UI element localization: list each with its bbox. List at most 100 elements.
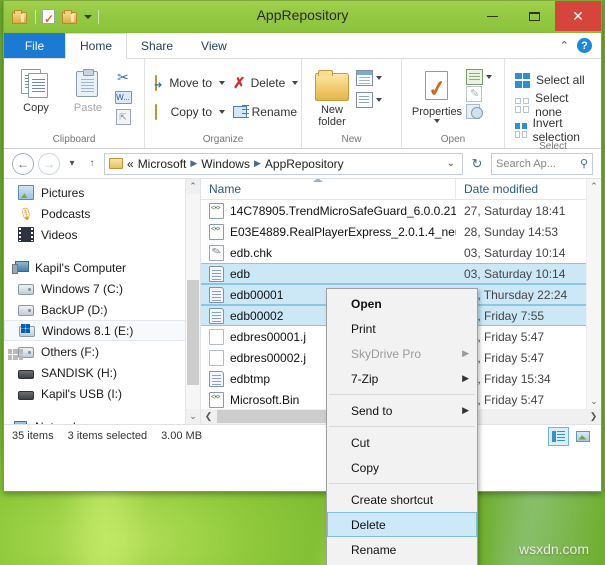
breadcrumb-separator[interactable]: ▶	[254, 158, 261, 169]
maximize-button[interactable]	[513, 1, 555, 31]
scroll-up-icon[interactable]: ⌃	[186, 179, 200, 194]
thumbnail-view-button[interactable]	[572, 427, 593, 446]
search-icon[interactable]: ⚲	[580, 157, 588, 170]
up-button[interactable]: ↑	[84, 158, 100, 169]
clipboard-small-buttons: ✂ W... ⇱	[114, 66, 132, 126]
context-menu-item-7zip[interactable]: 7-Zip ▶	[327, 366, 477, 391]
usb-icon	[18, 391, 34, 400]
select-none-button[interactable]: Select none	[515, 94, 595, 116]
edit-icon[interactable]	[466, 86, 482, 102]
sidebar-item-backup-d[interactable]: BackUP (D:)	[4, 299, 200, 320]
tab-share[interactable]: Share	[127, 33, 187, 58]
chevron-down-icon[interactable]	[434, 119, 440, 123]
scrollbar-thumb[interactable]	[217, 410, 332, 423]
collapse-ribbon-icon[interactable]: ⌃	[560, 39, 569, 52]
scroll-down-icon[interactable]: ⌄	[587, 394, 601, 409]
copy-to-button[interactable]: Copy to	[151, 100, 229, 124]
context-menu-item-copy[interactable]: Copy	[327, 455, 477, 480]
chevron-down-icon	[219, 81, 225, 85]
history-icon[interactable]	[466, 103, 483, 119]
invert-selection-label: Invert selection	[533, 116, 595, 144]
tab-view[interactable]: View	[187, 33, 241, 58]
chevron-down-icon	[486, 75, 492, 79]
chevron-down-icon	[219, 110, 225, 114]
forward-button[interactable]: →	[38, 153, 60, 175]
back-button[interactable]: ←	[12, 153, 34, 175]
context-menu-item-send-to[interactable]: Send to ▶	[327, 398, 477, 423]
rename-button[interactable]: Rename	[229, 100, 301, 124]
new-folder-label-line1: New	[321, 104, 343, 116]
cut-icon[interactable]: ✂	[114, 68, 132, 86]
computer-icon	[12, 260, 28, 275]
context-menu-item-print[interactable]: Print	[327, 316, 477, 341]
copy-path-icon[interactable]: W...	[114, 88, 132, 106]
table-row[interactable]: edb 03, Saturday 10:14	[201, 263, 601, 284]
move-to-button[interactable]: ➜ Move to	[151, 71, 229, 95]
breadcrumb-item-apprepository[interactable]: AppRepository	[265, 157, 344, 171]
breadcrumb-item-microsoft[interactable]: Microsoft	[138, 157, 187, 171]
navigation-list: Pictures 🎙 Podcasts Videos Kapil's Compu…	[4, 179, 200, 424]
breadcrumb-item-windows[interactable]: Windows	[201, 157, 250, 171]
close-button[interactable]: ✕	[555, 1, 601, 31]
minimize-button[interactable]	[471, 1, 513, 31]
scrollbar-thumb[interactable]	[187, 280, 199, 385]
table-row[interactable]: 14C78905.TrendMicroSafeGuard_6.0.0.21...…	[201, 200, 601, 221]
scroll-up-icon[interactable]: ⌃	[587, 179, 601, 194]
xml-file-icon	[209, 224, 224, 240]
new-folder-button[interactable]: New folder	[308, 68, 356, 128]
context-menu-item-open[interactable]: Open	[327, 291, 477, 316]
column-header-date-modified[interactable]: Date modified	[456, 179, 601, 199]
table-row[interactable]: edb.chk 03, Saturday 10:14	[201, 242, 601, 263]
sidebar-item-videos[interactable]: Videos	[4, 224, 200, 245]
tab-file[interactable]: File	[4, 33, 65, 58]
context-menu-item-delete[interactable]: Delete	[327, 512, 477, 537]
sidebar-item-network[interactable]: Network	[4, 416, 200, 424]
group-label-organize: Organize	[145, 134, 301, 148]
sidebar-item-windows7-c[interactable]: Windows 7 (C:)	[4, 278, 200, 299]
scroll-left-icon[interactable]: ❮	[201, 411, 216, 422]
context-menu-item-skydrive-pro[interactable]: SkyDrive Pro ▶	[327, 341, 477, 366]
file-list-scrollbar[interactable]: ⌃ ⌄	[586, 179, 601, 409]
select-all-button[interactable]: Select all	[515, 69, 585, 91]
scroll-down-icon[interactable]: ⌄	[186, 409, 200, 424]
easy-access-button[interactable]	[356, 92, 382, 108]
invert-selection-button[interactable]: Invert selection	[515, 119, 595, 141]
delete-button[interactable]: ✗ Delete	[229, 71, 301, 95]
breadcrumb-ellipsis[interactable]: «	[127, 157, 134, 171]
context-menu-item-cut[interactable]: Cut	[327, 430, 477, 455]
sidebar-item-computer[interactable]: Kapil's Computer	[4, 257, 200, 278]
paste-button[interactable]: Paste	[62, 66, 114, 114]
paste-icon	[73, 69, 103, 99]
context-menu-item-rename[interactable]: Rename	[327, 537, 477, 562]
context-menu: Open Print SkyDrive Pro ▶ 7-Zip ▶ Send t…	[326, 288, 478, 565]
sidebar-item-windows81-e[interactable]: Windows 8.1 (E:)	[4, 320, 200, 341]
tab-home[interactable]: Home	[65, 33, 127, 59]
paste-shortcut-icon[interactable]: ⇱	[114, 108, 132, 126]
selection-size-label: 3.00 MB	[161, 430, 202, 442]
sidebar-item-podcasts[interactable]: 🎙 Podcasts	[4, 203, 200, 224]
scroll-right-icon[interactable]: ❯	[586, 411, 601, 422]
properties-label: Properties	[412, 106, 462, 118]
help-icon[interactable]: ?	[577, 38, 592, 53]
copy-button[interactable]: Copy	[10, 66, 62, 114]
chevron-down-icon[interactable]: ⌄	[444, 158, 458, 169]
open-with-button[interactable]	[466, 69, 492, 85]
easy-access-icon	[356, 92, 373, 108]
navigation-scrollbar[interactable]: ⌃ ⌄	[185, 179, 200, 424]
sidebar-item-pictures[interactable]: Pictures	[4, 182, 200, 203]
sidebar-item-others-f[interactable]: Others (F:)	[4, 341, 200, 362]
sidebar-item-kapils-usb-i[interactable]: Kapil's USB (I:)	[4, 383, 200, 404]
refresh-icon[interactable]: ↻	[467, 153, 487, 175]
breadcrumb-separator[interactable]: ▶	[190, 158, 197, 169]
sidebar-item-sandisk-h[interactable]: SANDISK (H:)	[4, 362, 200, 383]
recent-locations-button[interactable]: ▾	[64, 158, 80, 169]
column-header-name[interactable]: Name	[201, 179, 456, 199]
details-view-button[interactable]	[548, 427, 569, 446]
table-row[interactable]: E03E4889.RealPlayerExpress_2.0.1.4_neutr…	[201, 221, 601, 242]
open-small-buttons	[466, 68, 492, 119]
breadcrumb[interactable]: « Microsoft ▶ Windows ▶ AppRepository ⌄	[104, 153, 463, 175]
search-input[interactable]: Search Ap... ⚲	[491, 153, 593, 175]
properties-button[interactable]: ✓ Properties	[408, 68, 466, 123]
context-menu-item-create-shortcut[interactable]: Create shortcut	[327, 487, 477, 512]
new-item-button[interactable]	[356, 70, 382, 86]
